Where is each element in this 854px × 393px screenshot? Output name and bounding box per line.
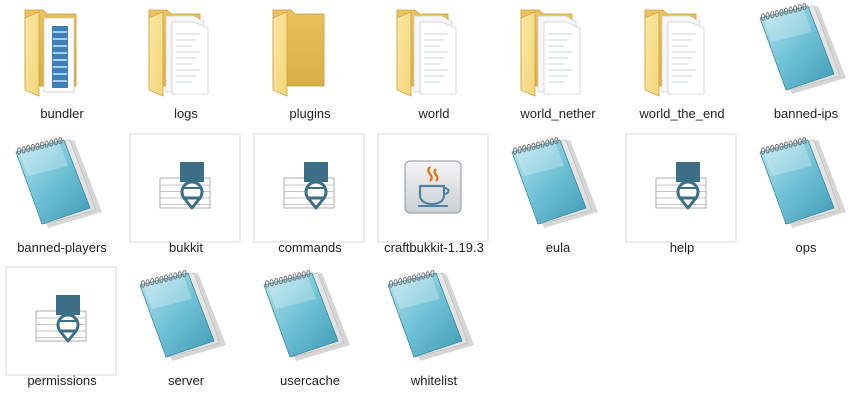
yaml-file-icon <box>253 133 365 243</box>
notepad-icon <box>254 267 364 375</box>
file-label: usercache <box>280 373 340 388</box>
folder-with-document-icon <box>6 0 116 108</box>
empty-folder-graphic <box>272 9 325 97</box>
java-jar-icon <box>377 133 489 243</box>
file-label: permissions <box>27 373 97 388</box>
file-item-commands[interactable]: commands <box>248 133 372 262</box>
file-label: plugins <box>289 106 331 121</box>
notepad-icon <box>6 134 116 242</box>
folder-with-pages-graphic <box>644 9 705 97</box>
file-label: world_nether <box>520 106 596 121</box>
yaml-file-graphic <box>253 133 365 243</box>
yaml-file-graphic <box>5 266 117 376</box>
file-label: help <box>669 240 695 255</box>
file-label: banned-players <box>17 240 107 255</box>
file-label: commands <box>278 240 342 255</box>
notepad-graphic <box>15 136 102 228</box>
file-item-world[interactable]: world <box>372 0 496 128</box>
folder-with-pages-icon <box>502 0 612 108</box>
folder-with-pages-icon <box>130 0 240 108</box>
yaml-file-icon <box>129 133 241 243</box>
notepad-graphic <box>387 269 474 361</box>
file-item-ops[interactable]: ops <box>744 134 854 262</box>
folder-with-pages-icon <box>626 0 736 108</box>
file-item-usercache[interactable]: usercache <box>248 267 372 393</box>
folder-with-pages-graphic <box>396 9 457 97</box>
file-label: eula <box>545 240 571 255</box>
folder-with-document-graphic <box>24 9 77 97</box>
notepad-graphic <box>139 269 226 361</box>
file-label: bundler <box>40 106 84 121</box>
file-item-banned-ips[interactable]: banned-ips <box>744 0 854 128</box>
file-item-banned-players[interactable]: banned-players <box>0 134 124 262</box>
file-item-craftbukkit[interactable]: craftbukkit-1.19.3 <box>372 133 496 262</box>
file-item-logs[interactable]: logs <box>124 0 248 128</box>
file-icon-grid: bundler logs plugins world world_nether … <box>0 0 854 393</box>
file-label: server <box>167 373 205 388</box>
notepad-graphic <box>759 136 846 228</box>
notepad-icon <box>502 134 612 242</box>
notepad-icon <box>750 134 854 242</box>
file-item-help[interactable]: help <box>620 133 744 262</box>
file-item-bundler[interactable]: bundler <box>0 0 124 128</box>
file-item-world-nether[interactable]: world_nether <box>496 0 620 128</box>
file-item-whitelist[interactable]: whitelist <box>372 267 496 393</box>
folder-with-pages-graphic <box>148 9 209 97</box>
file-item-eula[interactable]: eula <box>496 134 620 262</box>
file-label: logs <box>174 106 198 121</box>
yaml-file-graphic <box>129 133 241 243</box>
folder-with-pages-graphic <box>520 9 581 97</box>
notepad-graphic <box>263 269 350 361</box>
notepad-graphic <box>511 136 598 228</box>
file-label: craftbukkit-1.19.3 <box>384 240 484 255</box>
yaml-file-graphic <box>625 133 737 243</box>
file-item-server[interactable]: server <box>124 267 248 393</box>
file-label: ops <box>795 240 817 255</box>
notepad-icon <box>750 0 854 108</box>
file-item-world-the-end[interactable]: world_the_end <box>620 0 744 128</box>
yaml-file-icon <box>625 133 737 243</box>
notepad-icon <box>378 267 488 375</box>
notepad-icon <box>130 267 240 375</box>
java-jar-graphic <box>377 133 489 243</box>
file-item-bukkit[interactable]: bukkit <box>124 133 248 262</box>
file-label: bukkit <box>169 240 203 255</box>
file-item-plugins[interactable]: plugins <box>248 0 372 128</box>
folder-with-pages-icon <box>378 0 488 108</box>
notepad-graphic <box>759 2 846 94</box>
empty-folder-icon <box>254 0 364 108</box>
file-label: world_the_end <box>639 106 725 121</box>
file-item-permissions[interactable]: permissions <box>0 266 124 393</box>
yaml-file-icon <box>5 266 117 376</box>
file-label: banned-ips <box>773 106 839 121</box>
file-label: world <box>418 106 450 121</box>
file-label: whitelist <box>410 373 458 388</box>
